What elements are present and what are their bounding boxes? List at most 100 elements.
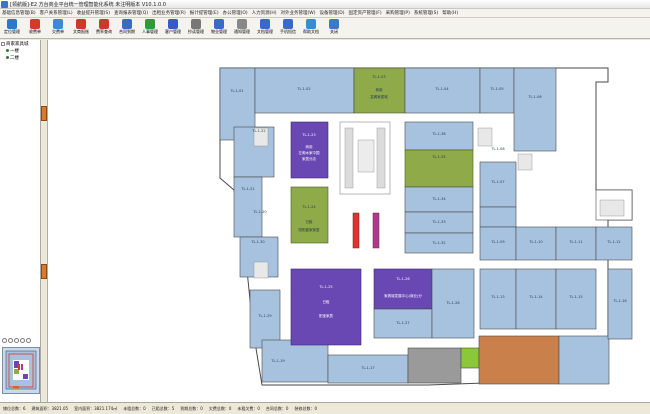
person-icon — [145, 19, 155, 29]
help-icon — [306, 19, 316, 29]
status-item: 未租欠费：0 — [237, 406, 260, 411]
panel-splitter[interactable] — [41, 40, 48, 402]
room-label: TL-1-09 — [490, 240, 504, 244]
rate-icon — [99, 19, 109, 29]
toolbar-button[interactable]: 通知管理 — [232, 19, 252, 38]
toolbar-button[interactable]: 手机短信 — [278, 19, 298, 38]
toolbar-button[interactable]: 抄读管理 — [186, 19, 206, 38]
room-label: 已租 — [323, 299, 331, 304]
toolbar-button[interactable]: 收费单 — [25, 19, 45, 38]
room-label: TL-1-34 — [431, 197, 446, 201]
room-label: TL-1-08 — [490, 147, 504, 151]
tree-item-floor2[interactable]: 二楼 — [1, 55, 39, 62]
toolbar-button[interactable]: 定位管理 — [2, 19, 22, 38]
menu-item[interactable]: 查询报表管理(Q) — [112, 9, 150, 18]
menu-item[interactable]: 报计提管理(E) — [188, 9, 221, 18]
notice-icon — [237, 19, 247, 29]
zoom-in-icon[interactable] — [2, 338, 7, 343]
room-label: TL-1-16 — [612, 299, 626, 303]
arrears-icon — [53, 19, 63, 29]
toolbar-button[interactable]: 物业管理 — [209, 19, 229, 38]
room-label: 已租 — [306, 219, 314, 224]
toolbar-button[interactable]: 文档管理 — [255, 19, 275, 38]
tree-item-label: 一楼 — [10, 49, 19, 54]
room-label: 商用 — [376, 87, 384, 92]
toolbar-button[interactable]: 关闭 — [324, 19, 344, 38]
floor-icon — [6, 49, 9, 52]
toolbar-button[interactable]: 帮助文档 — [301, 19, 321, 38]
menu-item[interactable]: 固定资产管理(F) — [347, 9, 384, 18]
room-label: TL-1-12 — [606, 240, 620, 244]
status-item: 到期总数：0 — [180, 406, 203, 411]
room-label: TL-1-32 — [431, 241, 445, 245]
status-item: 未租总数：0 — [123, 406, 146, 411]
location-tree: 商家家具城 一楼 二楼 — [1, 41, 39, 71]
menu-item[interactable]: 出租业务管理(R) — [150, 9, 188, 18]
menu-item[interactable]: 基础信息管理(B) — [0, 9, 38, 18]
status-item: 已租总数：5 — [151, 406, 175, 411]
toolbar-button[interactable]: 文商报账 — [71, 19, 91, 38]
status-bar: 铺位总数：6 建筑面积：3821.05 室内面积：3821.174㎡ 未租总数：0 已租… — [0, 402, 650, 414]
zoom-tools — [2, 338, 40, 345]
room-label: TL-1-35 — [431, 155, 445, 159]
overview-minimap[interactable] — [2, 347, 40, 394]
room-label: 家居分店 — [302, 156, 316, 161]
room-label: TL-1-26 — [395, 277, 409, 281]
toolbar-button[interactable]: 客户管理 — [163, 19, 183, 38]
report-icon — [76, 19, 86, 29]
menu-item[interactable]: 人力资源(H) — [250, 9, 279, 18]
menu-item[interactable]: 收益提升管理(S) — [75, 9, 112, 18]
splitter-handle[interactable] — [41, 264, 47, 279]
toolbar-button[interactable]: 人事管理 — [140, 19, 160, 38]
close-icon — [329, 19, 339, 29]
status-item: 合同总数：0 — [265, 406, 289, 411]
customer-icon — [168, 19, 178, 29]
toolbar-label: 关闭 — [330, 29, 338, 34]
bill-icon — [30, 19, 40, 29]
room-label: TL-1-27 — [395, 321, 409, 325]
room-label: 左阁木家中国 — [299, 150, 320, 155]
title-bar: [领航版]-E2 方台商业平台统一管理智能化系统 未注明版本 V10.1.0.0 — [0, 0, 650, 9]
menu-item[interactable]: 设备管理(D) — [318, 9, 347, 18]
toolbar-button[interactable]: 欠费单 — [48, 19, 68, 38]
splitter-handle[interactable] — [41, 106, 47, 121]
toolbar: 定位管理 收费单 欠费单 文商报账 费率查询 合同到期 人事管理 客户管理 抄读管理 物业管理 通知… — [0, 18, 650, 39]
menu-item[interactable]: 办公管理(O) — [221, 9, 250, 18]
room-label: 商用 — [306, 144, 314, 149]
menu-item[interactable]: 帮助(H) — [440, 9, 460, 18]
room-label: TL-1-30 — [250, 240, 264, 244]
left-panel: 商家家具城 一楼 二楼 — [0, 40, 41, 402]
status-item: 铺位总数：6 — [3, 406, 26, 411]
room-label: TL-1-23 — [301, 133, 315, 137]
menu-item[interactable]: 采购管理(P) — [384, 9, 412, 18]
status-item: 装修总数：0 — [294, 406, 318, 411]
status-item: 室内面积：3821.174㎡ — [74, 406, 118, 411]
room-label: TL-1-33 — [431, 220, 445, 224]
tree-item-floor1[interactable]: 一楼 — [1, 48, 39, 55]
app-icon — [1, 1, 8, 8]
pan-icon[interactable] — [14, 338, 19, 343]
floorplan-svg[interactable]: TL-1-01 TL-1-02 TL-1-03 商用 富阁家居城 TL-1-04… — [48, 40, 650, 402]
zoom-out-icon[interactable] — [8, 338, 13, 343]
menu-item[interactable]: 对外业务管理(W) — [279, 9, 318, 18]
room-label: TL-1-02 — [296, 87, 310, 91]
floorplan-canvas[interactable]: TL-1-01 TL-1-02 TL-1-03 商用 富阁家居城 TL-1-04… — [48, 40, 650, 402]
tree-root[interactable]: 商家家具城 — [1, 41, 39, 48]
room-label: TL-1-10 — [528, 240, 542, 244]
menu-item[interactable]: 系统管理(S) — [412, 9, 440, 18]
room-label: TL-1-14 — [528, 295, 543, 299]
sms-icon — [283, 19, 293, 29]
toolbar-button[interactable]: 费率查询 — [94, 19, 114, 38]
room-label: TL-1-01 — [229, 89, 243, 93]
refresh-icon[interactable] — [26, 338, 31, 343]
room-label: 阳阳盛家家居 — [299, 227, 320, 232]
tree-root-label: 商家家具城 — [6, 42, 29, 47]
toolbar-button[interactable]: 合同到期 — [117, 19, 137, 38]
menu-item[interactable]: 客户关系管理(L) — [38, 9, 75, 18]
room-label: TL-1-06 — [527, 95, 541, 99]
room-label: TL-1-13 — [490, 295, 504, 299]
tree-item-label: 二楼 — [10, 56, 19, 61]
floor-icon — [6, 56, 9, 59]
fit-icon[interactable] — [20, 338, 25, 343]
expand-icon[interactable] — [1, 41, 5, 46]
